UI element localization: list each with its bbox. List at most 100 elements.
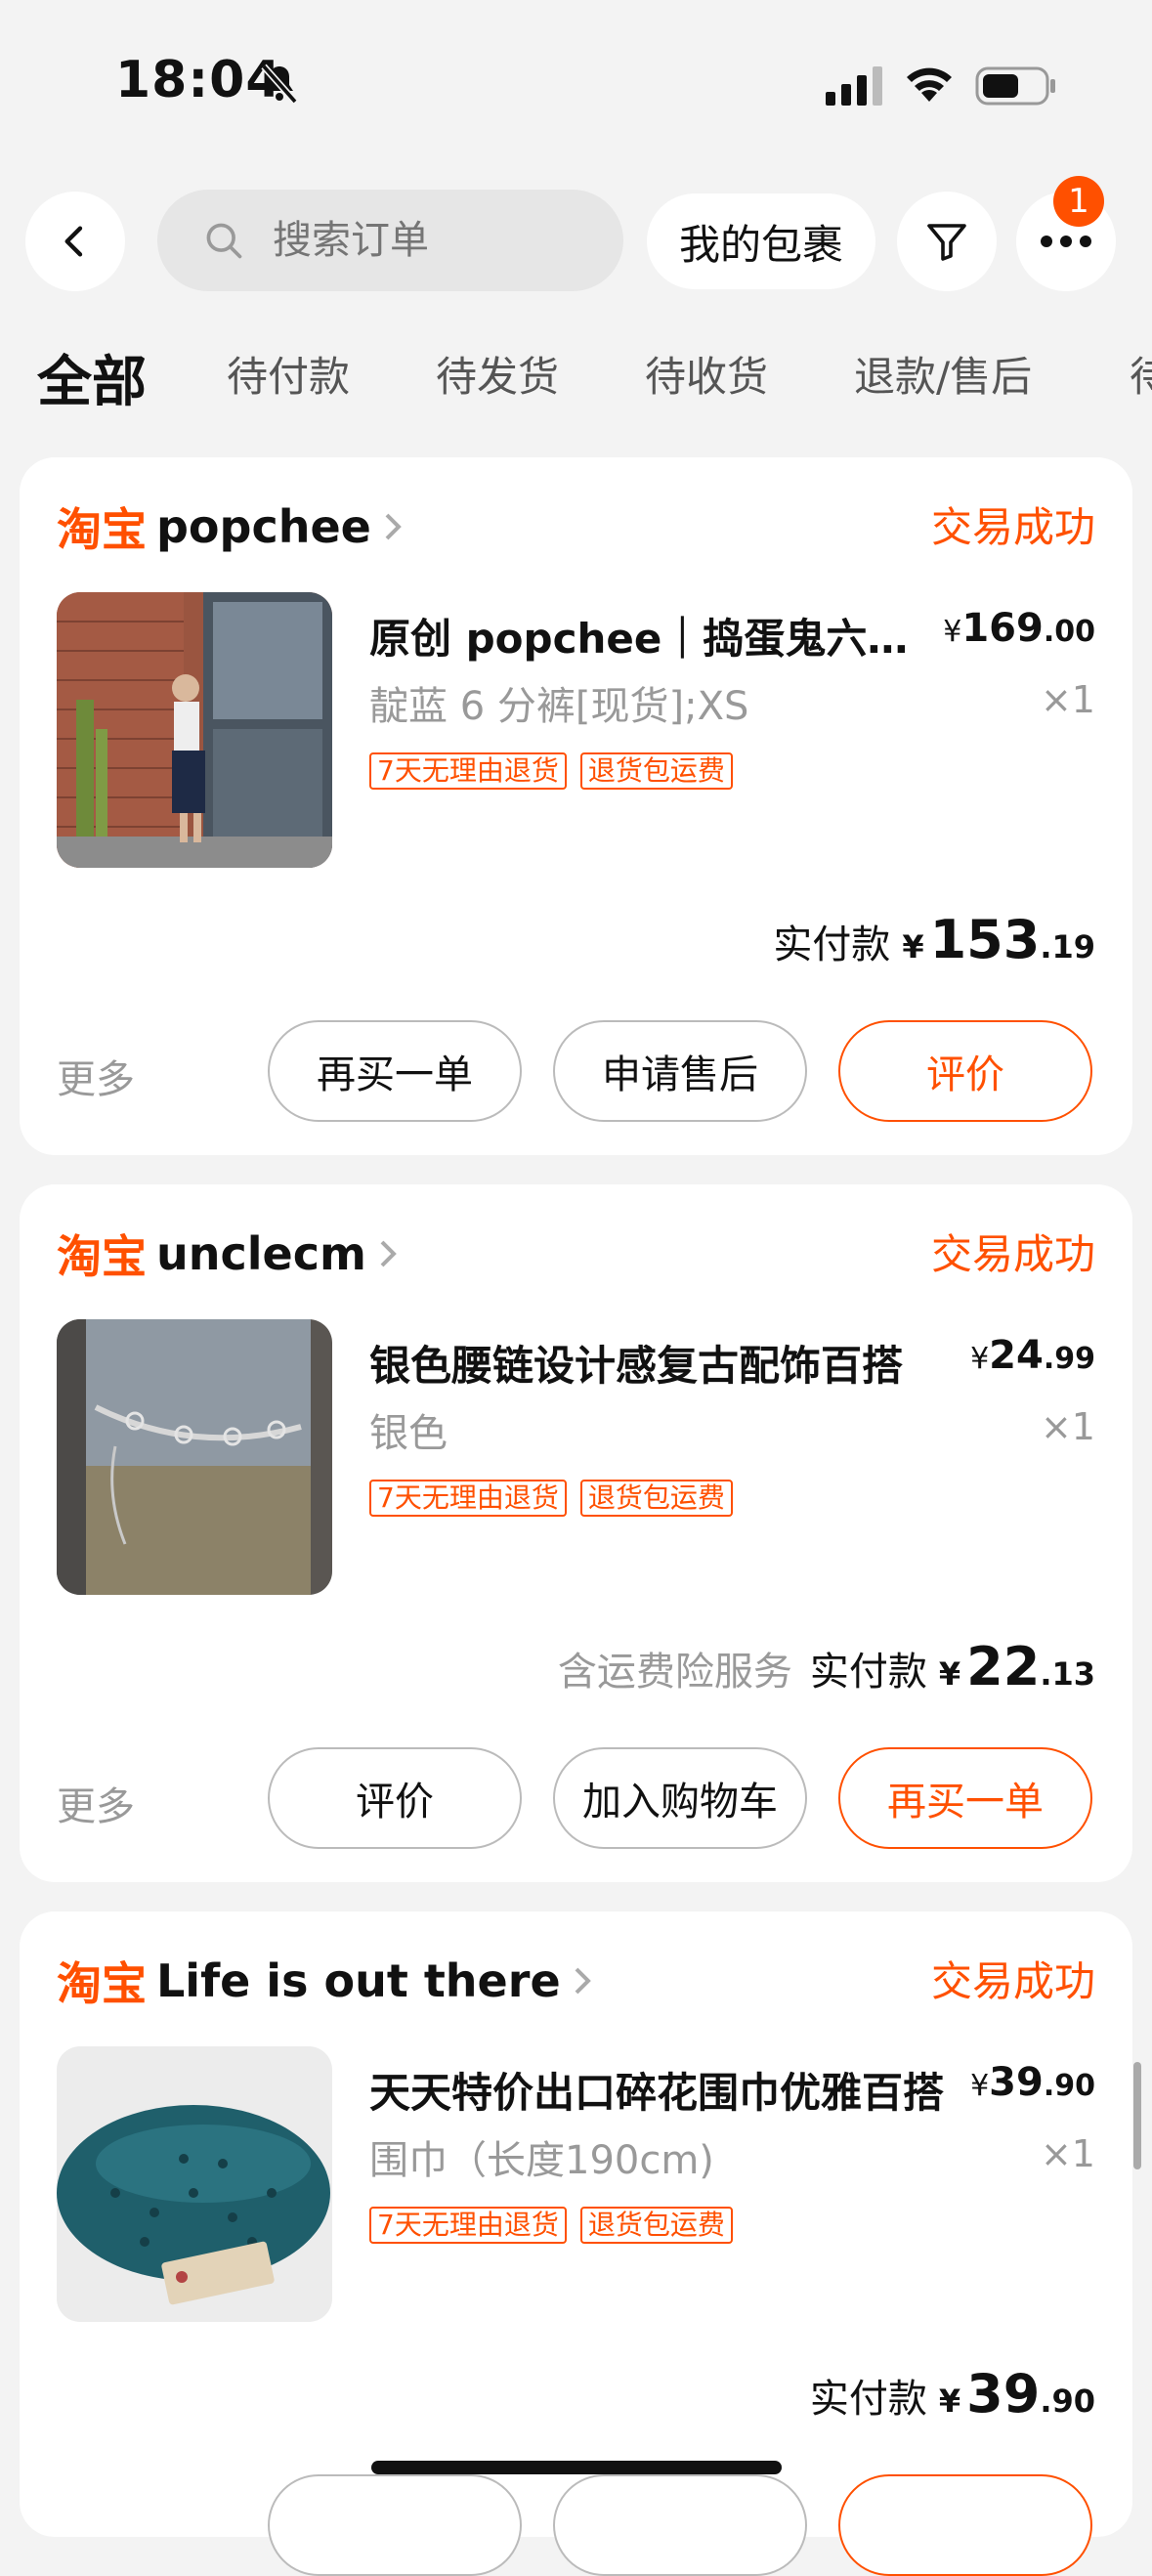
scrollbar[interactable] — [1133, 2062, 1141, 2169]
notification-badge: 1 — [1053, 176, 1104, 227]
filter-button[interactable] — [897, 192, 997, 291]
search-icon — [206, 223, 242, 259]
service-tag: 退货包运费 — [579, 2207, 733, 2244]
store-link[interactable]: 淘宝 unclecm — [57, 1222, 400, 1286]
service-tag: 7天无理由退货 — [369, 1480, 567, 1517]
service-tags: 7天无理由退货 退货包运费 — [369, 1480, 733, 1517]
paid-amount: 实付款 ¥ 39 .90 — [810, 2363, 1095, 2425]
order-action-button[interactable] — [268, 2474, 522, 2576]
back-button[interactable] — [25, 192, 125, 291]
add-to-cart-button[interactable]: 加入购物车 — [553, 1747, 807, 1849]
paid-amount: 含运费险服务 实付款 ¥ 22 .13 — [558, 1636, 1095, 1697]
taobao-logo: 淘宝 — [57, 1957, 147, 2010]
product-price: ¥24.99 — [970, 1333, 1095, 1378]
taobao-logo: 淘宝 — [57, 503, 147, 556]
service-tags: 7天无理由退货 退货包运费 — [369, 752, 733, 790]
home-indicator[interactable] — [371, 2461, 782, 2474]
buy-again-button[interactable]: 再买一单 — [838, 1747, 1092, 1849]
service-tag: 7天无理由退货 — [369, 752, 567, 790]
chevron-right-icon — [575, 1967, 591, 1995]
store-name: unclecm — [156, 1227, 366, 1280]
silent-bell-icon — [261, 64, 298, 105]
wifi-icon — [907, 67, 952, 102]
product-price: ¥169.00 — [943, 606, 1095, 651]
service-tag: 退货包运费 — [579, 1480, 733, 1517]
price-integer: 169 — [961, 606, 1044, 651]
store-link[interactable]: 淘宝 popchee — [57, 494, 405, 559]
product-quantity: ×1 — [1040, 2132, 1095, 2175]
review-button[interactable]: 评价 — [838, 1020, 1092, 1122]
paid-integer: 22 — [966, 1636, 1041, 1697]
more-link[interactable]: 更多 — [57, 1048, 135, 1104]
tab-pending-shipment[interactable]: 待发货 — [436, 344, 559, 404]
paid-decimal: .13 — [1040, 1655, 1095, 1693]
tab-partial[interactable]: 待 — [1130, 344, 1152, 404]
chevron-left-icon — [64, 226, 83, 257]
currency-symbol: ¥ — [943, 615, 962, 649]
store-name: popchee — [156, 500, 371, 553]
order-status: 交易成功 — [930, 503, 1095, 551]
my-packages-label: 我的包裹 — [678, 220, 843, 269]
chevron-right-icon — [385, 513, 402, 540]
buy-again-button[interactable]: 再买一单 — [268, 1020, 522, 1122]
order-action-button[interactable] — [553, 2474, 807, 2576]
product-price: ¥39.90 — [970, 2060, 1095, 2105]
my-packages-button[interactable]: 我的包裹 — [647, 193, 875, 289]
product-title[interactable]: 原创 popchee｜捣蛋鬼六分牛仔裤 — [369, 606, 946, 665]
shipping-insurance-label: 含运费险服务 — [557, 1650, 792, 1695]
product-sku: 银色 — [369, 1411, 448, 1456]
paid-integer: 39 — [966, 2363, 1041, 2425]
paid-label: 实付款 — [809, 1650, 927, 1695]
currency-symbol: ¥ — [938, 2383, 961, 2420]
service-tag: 7天无理由退货 — [369, 2207, 567, 2244]
currency-symbol: ¥ — [970, 1342, 990, 1376]
paid-decimal: .90 — [1040, 2383, 1095, 2420]
currency-symbol: ¥ — [902, 928, 924, 966]
order-status: 交易成功 — [930, 1230, 1095, 1278]
order-status: 交易成功 — [930, 1957, 1095, 2005]
review-button[interactable]: 评价 — [268, 1747, 522, 1849]
store-name: Life is out there — [156, 1954, 561, 2007]
service-tags: 7天无理由退货 退货包运费 — [369, 2207, 733, 2244]
price-integer: 39 — [989, 2060, 1044, 2105]
chevron-right-icon — [380, 1240, 397, 1267]
price-integer: 24 — [989, 1333, 1044, 1378]
tab-pending-receipt[interactable]: 待收货 — [645, 344, 768, 404]
order-action-button[interactable] — [838, 2474, 1092, 2576]
taobao-logo: 淘宝 — [57, 1230, 147, 1283]
product-image[interactable] — [57, 1319, 332, 1595]
product-quantity: ×1 — [1040, 1405, 1095, 1448]
paid-integer: 153 — [929, 909, 1041, 970]
price-decimal: .00 — [1043, 615, 1095, 649]
currency-symbol: ¥ — [970, 2069, 990, 2103]
product-title[interactable]: 天天特价出口碎花围巾优雅百搭 — [369, 2060, 946, 2120]
product-quantity: ×1 — [1040, 678, 1095, 721]
product-sku: 靛蓝 6 分裤[现货];XS — [369, 684, 749, 729]
paid-label: 实付款 — [773, 923, 891, 967]
price-decimal: .90 — [1043, 2069, 1095, 2103]
service-tag: 退货包运费 — [579, 752, 733, 790]
tab-refund-after-sales[interactable]: 退款/售后 — [854, 344, 1032, 404]
cellular-signal-icon — [826, 66, 882, 106]
product-title[interactable]: 银色腰链设计感复古配饰百搭 — [369, 1333, 946, 1393]
paid-amount: 实付款 ¥ 153 .19 — [773, 909, 1095, 970]
order-search-bar[interactable] — [157, 190, 623, 291]
tab-all[interactable]: 全部 — [37, 338, 147, 417]
order-card: 淘宝 unclecm 交易成功 银色腰链设计感复古配饰百搭 ¥24.99 银色 … — [20, 1184, 1132, 1882]
search-input[interactable] — [271, 217, 568, 264]
paid-decimal: .19 — [1040, 928, 1095, 966]
product-sku: 围巾（长度190cm) — [369, 2138, 714, 2183]
order-card: 淘宝 popchee 交易成功 原创 popchee｜捣蛋鬼六分牛仔裤 — [20, 457, 1132, 1155]
order-status-tabs: 全部 待付款 待发货 待收货 退款/售后 待 — [0, 344, 1152, 432]
price-decimal: .99 — [1043, 1342, 1095, 1376]
store-link[interactable]: 淘宝 Life is out there — [57, 1949, 594, 2013]
product-image[interactable] — [57, 592, 332, 868]
more-link[interactable]: 更多 — [57, 1775, 135, 1831]
filter-icon — [927, 224, 966, 261]
battery-icon — [975, 66, 1055, 106]
tab-pending-payment[interactable]: 待付款 — [227, 344, 350, 404]
order-card: 淘宝 Life is out there 交易成功 天天特价出口碎花围巾优雅百搭… — [20, 1911, 1132, 2576]
paid-label: 实付款 — [809, 2377, 927, 2422]
product-image[interactable] — [57, 2046, 332, 2322]
after-sales-button[interactable]: 申请售后 — [553, 1020, 807, 1122]
